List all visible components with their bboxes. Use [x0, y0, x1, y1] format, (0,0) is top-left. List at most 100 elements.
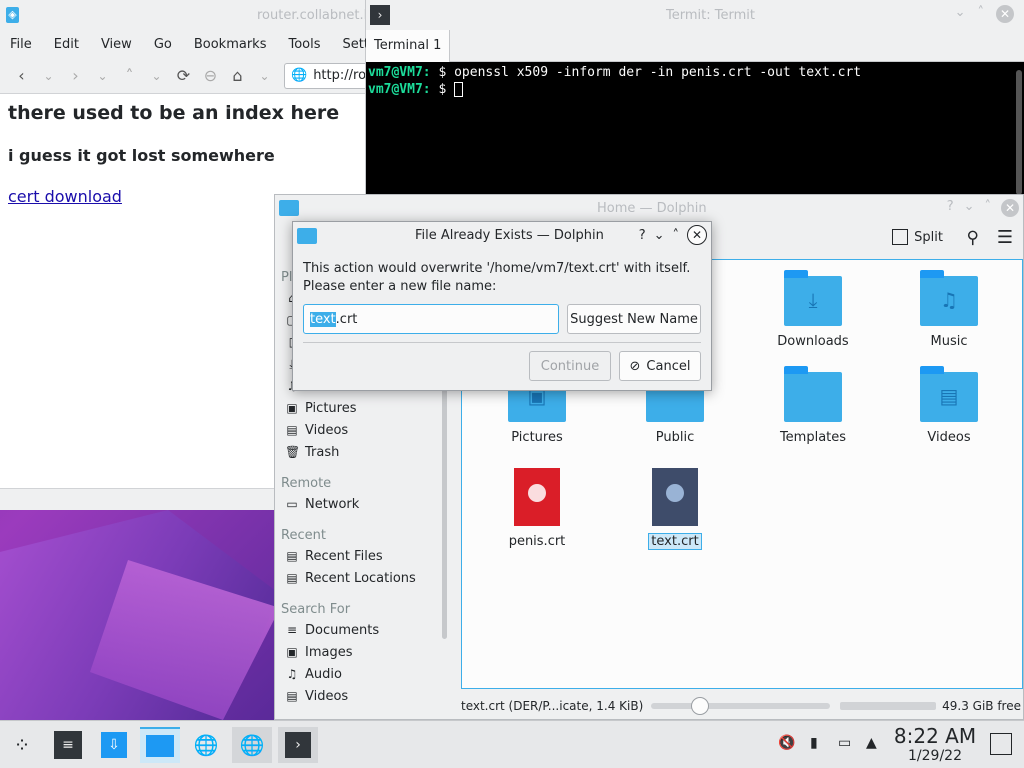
taskbar: ⁘ ≡ ⇩ 🌐 🌐 › 🔇 ▮ ▭ ▲ 8:22 AM 1/29/22 — [0, 720, 1024, 768]
file-item-text-crt[interactable]: text.crt — [620, 468, 730, 550]
terminal-window-controls: ⌄ ˄ ✕ — [955, 5, 1014, 23]
stop-icon[interactable]: ⊖ — [197, 66, 224, 85]
sidebar-item-label: Network — [305, 496, 360, 512]
menu-go[interactable]: Go — [154, 37, 172, 52]
video-icon: ▤ — [286, 689, 298, 703]
terminal-titlebar[interactable]: › Termit: Termit ⌄ ˄ ✕ — [366, 0, 1024, 30]
forward-icon[interactable]: › — [62, 66, 89, 85]
network-icon[interactable]: ▭ — [838, 735, 851, 751]
dialog-titlebar[interactable]: File Already Exists — Dolphin ? ⌄ ˄ ✕ — [293, 222, 711, 250]
recent-section-label: Recent — [281, 528, 326, 543]
terminal-scrollbar[interactable] — [1016, 70, 1022, 195]
page-heading: there used to be an index here — [8, 102, 340, 124]
reload-icon[interactable]: ⟳ — [170, 66, 197, 85]
file-item-videos[interactable]: ▤ Videos — [894, 366, 1004, 445]
minimize-icon[interactable]: ⌄ — [964, 199, 975, 217]
menu-edit[interactable]: Edit — [54, 37, 79, 52]
menu-bookmarks[interactable]: Bookmarks — [194, 37, 267, 52]
page-subheading: i guess it got lost somewhere — [8, 146, 275, 165]
sidebar-item-search-documents[interactable]: ≡ Documents — [275, 619, 445, 641]
minimize-icon[interactable]: ⌄ — [654, 228, 665, 243]
url-input[interactable]: 🌐 http://ro — [284, 62, 365, 89]
audio-icon: ♫ — [286, 667, 298, 681]
terminal-task-icon[interactable]: › — [278, 727, 318, 763]
close-icon[interactable]: ✕ — [1001, 199, 1019, 217]
zoom-slider-handle[interactable] — [690, 697, 709, 715]
close-icon[interactable]: ✕ — [687, 225, 707, 245]
file-label: Videos — [927, 430, 971, 445]
sidebar-item-network[interactable]: ▭ Network — [275, 493, 445, 515]
hamburger-menu-icon[interactable]: ☰ — [997, 227, 1013, 248]
browser-task-icon[interactable]: 🌐 — [232, 727, 272, 763]
sidebar-item-recent-locations[interactable]: ▤ Recent Locations — [275, 567, 445, 589]
minimize-icon[interactable]: ⌄ — [955, 5, 966, 23]
file-item-music[interactable]: ♫ Music — [894, 270, 1004, 349]
up-menu-chevron-icon[interactable]: ⌄ — [143, 69, 170, 83]
terminal-tabbar: Terminal 1 — [366, 30, 1024, 62]
picture-icon: ▣ — [286, 401, 298, 415]
terminal-cursor — [454, 82, 464, 97]
home-icon[interactable]: ⌂ — [224, 66, 251, 85]
sidebar-item-videos[interactable]: ▤ Videos — [275, 419, 445, 441]
close-icon[interactable]: ✕ — [996, 5, 1014, 23]
url-text: http://ro — [313, 68, 365, 83]
maximize-icon[interactable]: ˄ — [978, 5, 985, 23]
tray-expand-icon[interactable]: ▲ — [866, 735, 877, 751]
sidebar-item-label: Videos — [305, 688, 349, 704]
button-label: Continue — [540, 358, 600, 374]
back-menu-chevron-icon[interactable]: ⌄ — [35, 69, 62, 83]
dolphin-task-icon[interactable] — [140, 727, 180, 763]
search-icon[interactable]: ⚲ — [967, 228, 979, 248]
new-filename-input[interactable]: text .crt — [303, 304, 559, 334]
app-launcher-icon[interactable]: ⁘ — [2, 727, 42, 763]
menu-file[interactable]: File — [10, 37, 32, 52]
terminal-screen[interactable]: vm7@VM7: $ openssl x509 -inform der -in … — [366, 62, 1024, 100]
home-menu-chevron-icon[interactable]: ⌄ — [251, 69, 278, 83]
dolphin-titlebar[interactable]: Home — Dolphin ? ⌄ ˄ ✕ — [275, 195, 1023, 221]
show-desktop-icon[interactable] — [990, 733, 1012, 755]
sidebar-item-search-audio[interactable]: ♫ Audio — [275, 663, 445, 685]
sidebar-item-pictures[interactable]: ▣ Pictures — [275, 397, 445, 419]
forward-menu-chevron-icon[interactable]: ⌄ — [89, 69, 116, 83]
sidebar-item-recent-files[interactable]: ▤ Recent Files — [275, 545, 445, 567]
cancel-button[interactable]: ⊘ Cancel — [619, 351, 701, 381]
browser-titlebar[interactable]: ◈ router.collabnet.loca — [0, 0, 365, 30]
image-icon: ▣ — [286, 645, 298, 659]
volume-muted-icon[interactable]: 🔇 — [778, 735, 795, 751]
discover-icon[interactable]: ⇩ — [94, 727, 134, 763]
unselected-text: .crt — [335, 311, 358, 327]
file-exists-dialog: File Already Exists — Dolphin ? ⌄ ˄ ✕ Th… — [292, 221, 712, 391]
up-icon[interactable]: ˄ — [116, 66, 143, 85]
menu-view[interactable]: View — [101, 37, 132, 52]
recent-locations-icon: ▤ — [286, 571, 298, 585]
terminal-line: vm7@VM7: $ — [368, 81, 1022, 98]
sidebar-item-label: Documents — [305, 622, 380, 638]
sidebar-item-search-images[interactable]: ▣ Images — [275, 641, 445, 663]
back-icon[interactable]: ‹ — [8, 66, 35, 85]
maximize-icon[interactable]: ˄ — [985, 199, 992, 217]
tab-terminal-1[interactable]: Terminal 1 — [366, 30, 451, 62]
menu-tools[interactable]: Tools — [288, 37, 320, 52]
sidebar-item-label: Videos — [305, 422, 349, 438]
suggest-new-name-button[interactable]: Suggest New Name — [567, 304, 701, 334]
file-label: Public — [655, 430, 695, 445]
file-item-templates[interactable]: Templates — [758, 366, 868, 445]
browser-launcher-icon[interactable]: 🌐 — [186, 727, 226, 763]
split-button[interactable]: Split — [892, 229, 943, 245]
maximize-icon[interactable]: ˄ — [673, 228, 680, 243]
sidebar-item-trash[interactable]: 🗑 Trash — [275, 441, 445, 463]
file-item-downloads[interactable]: ⤓ Downloads — [758, 270, 868, 349]
cert-download-link[interactable]: cert download — [8, 187, 122, 206]
browser-menubar: File Edit View Go Bookmarks Tools Settin… — [0, 30, 389, 58]
terminal-title: Termit: Termit — [666, 7, 755, 23]
recent-files-icon: ▤ — [286, 549, 298, 563]
device-notifier-icon[interactable]: ▮ — [810, 735, 818, 751]
file-item-penis-crt[interactable]: penis.crt — [482, 468, 592, 549]
help-icon[interactable]: ? — [639, 228, 646, 243]
system-settings-icon[interactable]: ≡ — [48, 727, 88, 763]
zoom-slider[interactable] — [650, 697, 831, 715]
clock[interactable]: 8:22 AM 1/29/22 — [890, 725, 980, 765]
continue-button[interactable]: Continue — [529, 351, 611, 381]
sidebar-item-search-videos[interactable]: ▤ Videos — [275, 685, 445, 707]
help-icon[interactable]: ? — [947, 199, 954, 217]
